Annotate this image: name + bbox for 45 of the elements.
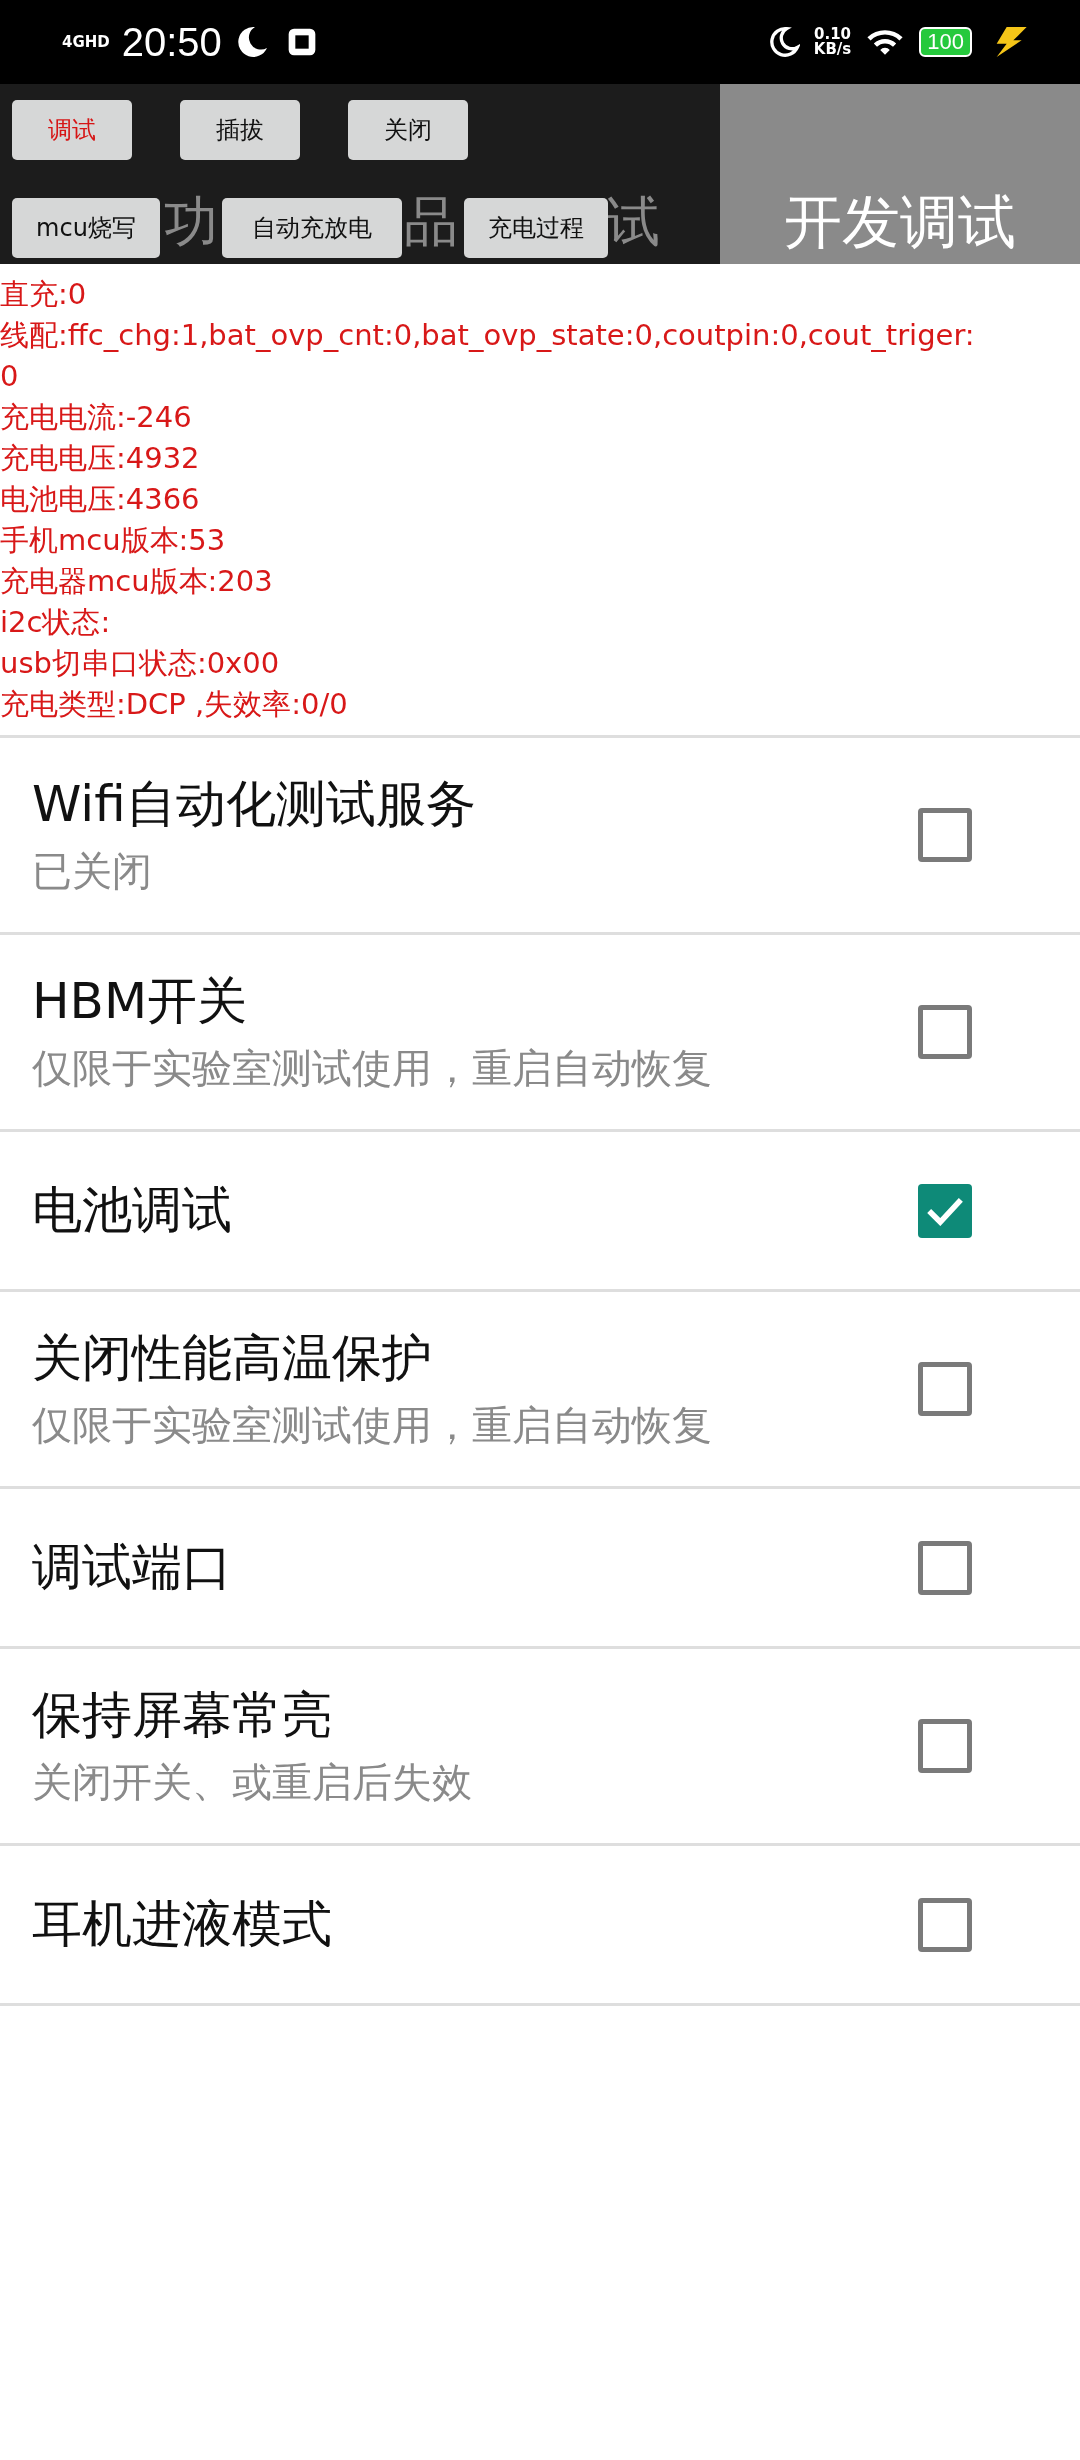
setting-title: 耳机进液模式 [32, 1894, 333, 1955]
debug-text: usb切串口状态:0x00 [0, 645, 281, 682]
setting-title: Wifi自动化测试服务 [32, 774, 477, 835]
checkbox[interactable] [918, 1719, 972, 1773]
debug-text: 0 [0, 358, 20, 395]
setting-description: 仅限于实验室测试使用，重启自动恢复 [32, 1401, 713, 1450]
setting-description: 仅限于实验室测试使用，重启自动恢复 [32, 1044, 713, 1093]
debug-button[interactable]: 自动充放电 [222, 198, 402, 258]
setting-title: 调试端口 [32, 1537, 233, 1598]
checkmark-icon [926, 1195, 964, 1226]
debug-text: i2c状态: [0, 604, 112, 641]
debug-button[interactable]: 关闭 [348, 100, 468, 160]
checkbox[interactable] [918, 1897, 972, 1952]
tab[interactable]: 功 [164, 184, 218, 260]
setting-description: 关闭开关、或重启后失效 [32, 1758, 473, 1807]
debug-button[interactable]: 插拔 [180, 100, 300, 160]
checkbox[interactable] [918, 1362, 972, 1416]
debug-text: 充电类型:DCP ,失效率:0/0 [0, 686, 349, 723]
debug-button[interactable]: 充电过程 [464, 198, 608, 258]
speed-unit: KB/s [813, 42, 852, 57]
setting-title: 保持屏幕常亮 [32, 1685, 333, 1746]
checkbox[interactable] [918, 1183, 972, 1238]
setting-title: 关闭性能高温保护 [32, 1328, 433, 1389]
debug-button[interactable]: 调试 [12, 100, 132, 160]
debug-button[interactable]: mcu烧写 [12, 198, 160, 258]
clock: 20:50 [121, 19, 222, 65]
battery-level: 100 [919, 27, 972, 57]
debug-text: 线配:ffc_chg:1,bat_ovp_cnt:0,bat_ovp_state:0,coutpin:0,cout_triger: [0, 317, 976, 354]
tab[interactable]: 品 [404, 184, 458, 260]
setting-title: HBM开关 [32, 971, 249, 1032]
setting-description: 已关闭 [32, 847, 153, 896]
checkbox[interactable] [918, 1540, 972, 1595]
checkbox[interactable] [918, 808, 972, 862]
setting-title: 电池调试 [32, 1180, 233, 1241]
debug-text: 直充:0 [0, 276, 88, 313]
network-speed: 0.10 [814, 27, 852, 42]
network-type: 4GHD [62, 33, 110, 51]
debug-text: 充电器mcu版本:203 [0, 563, 274, 600]
debug-text: 充电电压:4932 [0, 440, 201, 477]
debug-text: 手机mcu版本:53 [0, 522, 227, 559]
moon-icon [767, 26, 800, 58]
debug-text: 充电电流:-246 [0, 399, 193, 436]
checkbox[interactable] [918, 1005, 972, 1059]
tab[interactable]: 试 [606, 184, 660, 260]
debug-text: 电池电压:4366 [0, 481, 201, 518]
